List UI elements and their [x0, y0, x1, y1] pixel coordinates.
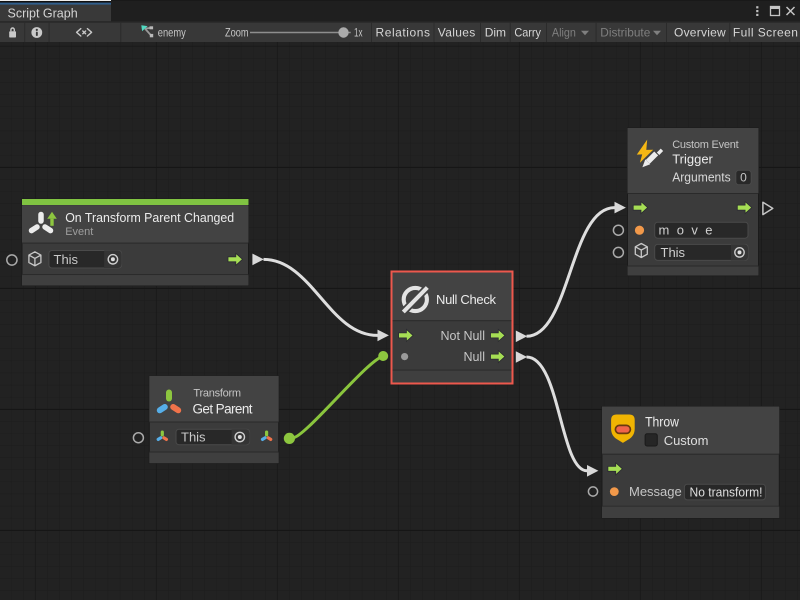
svg-text:This: This — [181, 430, 206, 445]
svg-text:Align: Align — [552, 26, 576, 40]
svg-text:This: This — [661, 245, 686, 260]
svg-text:Relations: Relations — [376, 26, 431, 40]
svg-text:Dim: Dim — [485, 26, 506, 40]
svg-text:Carry: Carry — [514, 26, 541, 40]
svg-text:Message: Message — [629, 484, 682, 499]
svg-text:Full Screen: Full Screen — [733, 26, 798, 40]
svg-text:Transform: Transform — [193, 388, 241, 400]
svg-text:Trigger: Trigger — [672, 151, 713, 166]
svg-text:Overview: Overview — [674, 26, 726, 40]
svg-text:Event: Event — [65, 226, 93, 238]
svg-text:Arguments: Arguments — [672, 170, 731, 185]
svg-text:Not Null: Not Null — [441, 329, 485, 343]
svg-text:0: 0 — [740, 171, 747, 185]
svg-text:Distribute: Distribute — [600, 26, 650, 40]
svg-text:Values: Values — [438, 26, 476, 40]
svg-text:Null Check: Null Check — [436, 292, 497, 307]
svg-text:Custom Event: Custom Event — [672, 139, 739, 151]
svg-text:Get Parent: Get Parent — [193, 402, 253, 417]
svg-text:Throw: Throw — [645, 415, 679, 430]
svg-text:enemy: enemy — [158, 26, 186, 40]
svg-text:Custom: Custom — [664, 433, 709, 448]
svg-text:No transform!: No transform! — [690, 484, 763, 499]
svg-text:This: This — [54, 252, 79, 267]
svg-text:Zoom: Zoom — [225, 26, 249, 40]
svg-text:On Transform Parent Changed: On Transform Parent Changed — [65, 210, 234, 225]
svg-text:Null: Null — [463, 350, 485, 364]
svg-text:Script Graph: Script Graph — [8, 6, 78, 20]
svg-text:1x: 1x — [354, 27, 363, 39]
